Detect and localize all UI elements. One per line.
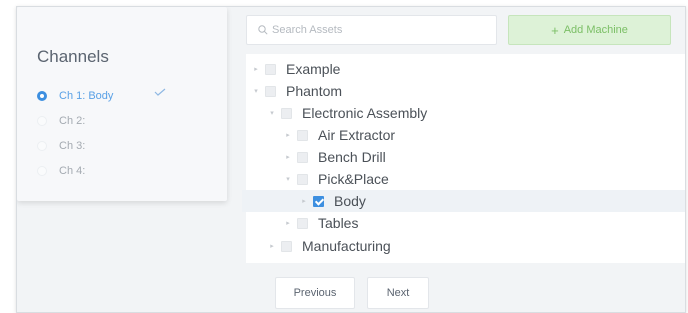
expand-arrow-icon[interactable]: ▸ — [284, 153, 292, 161]
channel-label: Ch 3: — [59, 139, 86, 152]
checkbox-icon[interactable] — [297, 129, 308, 141]
tree-item-label: Electronic Assembly — [302, 105, 428, 121]
next-button[interactable]: Next — [367, 277, 429, 309]
tree-item-air-extractor[interactable]: ▸ Air Extractor — [284, 124, 395, 146]
channel-list: Ch 1: Body Ch 2: Ch 3: Ch 4: — [37, 83, 217, 183]
expand-arrow-icon[interactable]: ▸ — [284, 219, 292, 227]
tree-item-pick-place[interactable]: ▾ Pick&Place — [284, 168, 389, 190]
tree-item-body[interactable]: ▸ Body — [242, 190, 685, 212]
tree-item-label: Body — [334, 193, 366, 209]
tree-item-tables[interactable]: ▸ Tables — [284, 212, 358, 234]
checkbox-icon[interactable] — [281, 240, 292, 252]
channel-item-2[interactable]: Ch 2: — [37, 108, 217, 133]
tree-item-label: Pick&Place — [318, 171, 389, 187]
checkbox-icon[interactable] — [297, 151, 308, 163]
channel-item-3[interactable]: Ch 3: — [37, 133, 217, 158]
expand-arrow-icon[interactable]: ▸ — [268, 242, 276, 250]
radio-selected-icon[interactable] — [37, 90, 47, 101]
tree-item-electronic-assembly[interactable]: ▾ Electronic Assembly — [268, 102, 427, 124]
search-icon — [258, 25, 268, 35]
channel-label: Ch 4: — [59, 164, 86, 177]
tree-item-example[interactable]: ▸ Example — [252, 58, 340, 80]
channel-item-4[interactable]: Ch 4: — [37, 158, 217, 183]
checkbox-icon[interactable] — [297, 173, 308, 185]
channel-label: Ch 2: — [59, 114, 86, 127]
tree-item-label: Example — [286, 61, 341, 77]
tree-item-label: Phantom — [286, 83, 343, 99]
tree-item-label: Manufacturing — [302, 238, 391, 254]
radio-icon[interactable] — [37, 165, 47, 176]
tree-item-label: Tables — [318, 215, 359, 231]
radio-icon[interactable] — [37, 115, 47, 126]
expand-arrow-icon[interactable]: ▾ — [268, 109, 276, 117]
add-machine-label: Add Machine — [563, 24, 628, 36]
checkbox-icon[interactable] — [297, 217, 308, 229]
add-machine-button[interactable]: + Add Machine — [508, 15, 671, 45]
tree-item-label: Bench Drill — [318, 149, 386, 165]
radio-icon[interactable] — [37, 140, 47, 151]
expand-arrow-icon[interactable]: ▸ — [284, 131, 292, 139]
checkbox-icon[interactable] — [265, 63, 276, 75]
channel-label: Ch 1: Body — [59, 89, 114, 102]
plus-icon: + — [551, 22, 559, 38]
search-input[interactable] — [272, 24, 492, 36]
channels-title: Channels — [37, 47, 109, 66]
tree-item-bench-drill[interactable]: ▸ Bench Drill — [284, 146, 386, 168]
channels-panel: Channels Ch 1: Body Ch 2: Ch 3: Ch 4: — [17, 7, 227, 201]
asset-tree: ▸ Example ▾ Phantom ▾ Electronic Assembl… — [242, 54, 685, 263]
app-frame: Channels Ch 1: Body Ch 2: Ch 3: Ch 4: Se… — [16, 6, 686, 313]
expand-arrow-icon[interactable]: ▸ — [300, 197, 308, 205]
checkmark-icon — [154, 88, 166, 96]
checkbox-icon[interactable] — [281, 107, 292, 119]
channel-item-1[interactable]: Ch 1: Body — [37, 83, 217, 108]
expand-arrow-icon[interactable]: ▾ — [252, 87, 260, 95]
expand-arrow-icon[interactable]: ▸ — [252, 65, 260, 73]
search-box[interactable] — [246, 15, 497, 45]
previous-button[interactable]: Previous — [275, 277, 355, 309]
expand-arrow-icon[interactable]: ▾ — [284, 175, 292, 183]
tree-item-label: Air Extractor — [318, 127, 396, 143]
tree-item-manufacturing[interactable]: ▸ Manufacturing — [268, 235, 391, 257]
checkbox-icon[interactable] — [265, 85, 276, 97]
tree-item-phantom[interactable]: ▾ Phantom — [252, 80, 342, 102]
checkbox-checked-icon[interactable] — [313, 195, 324, 207]
